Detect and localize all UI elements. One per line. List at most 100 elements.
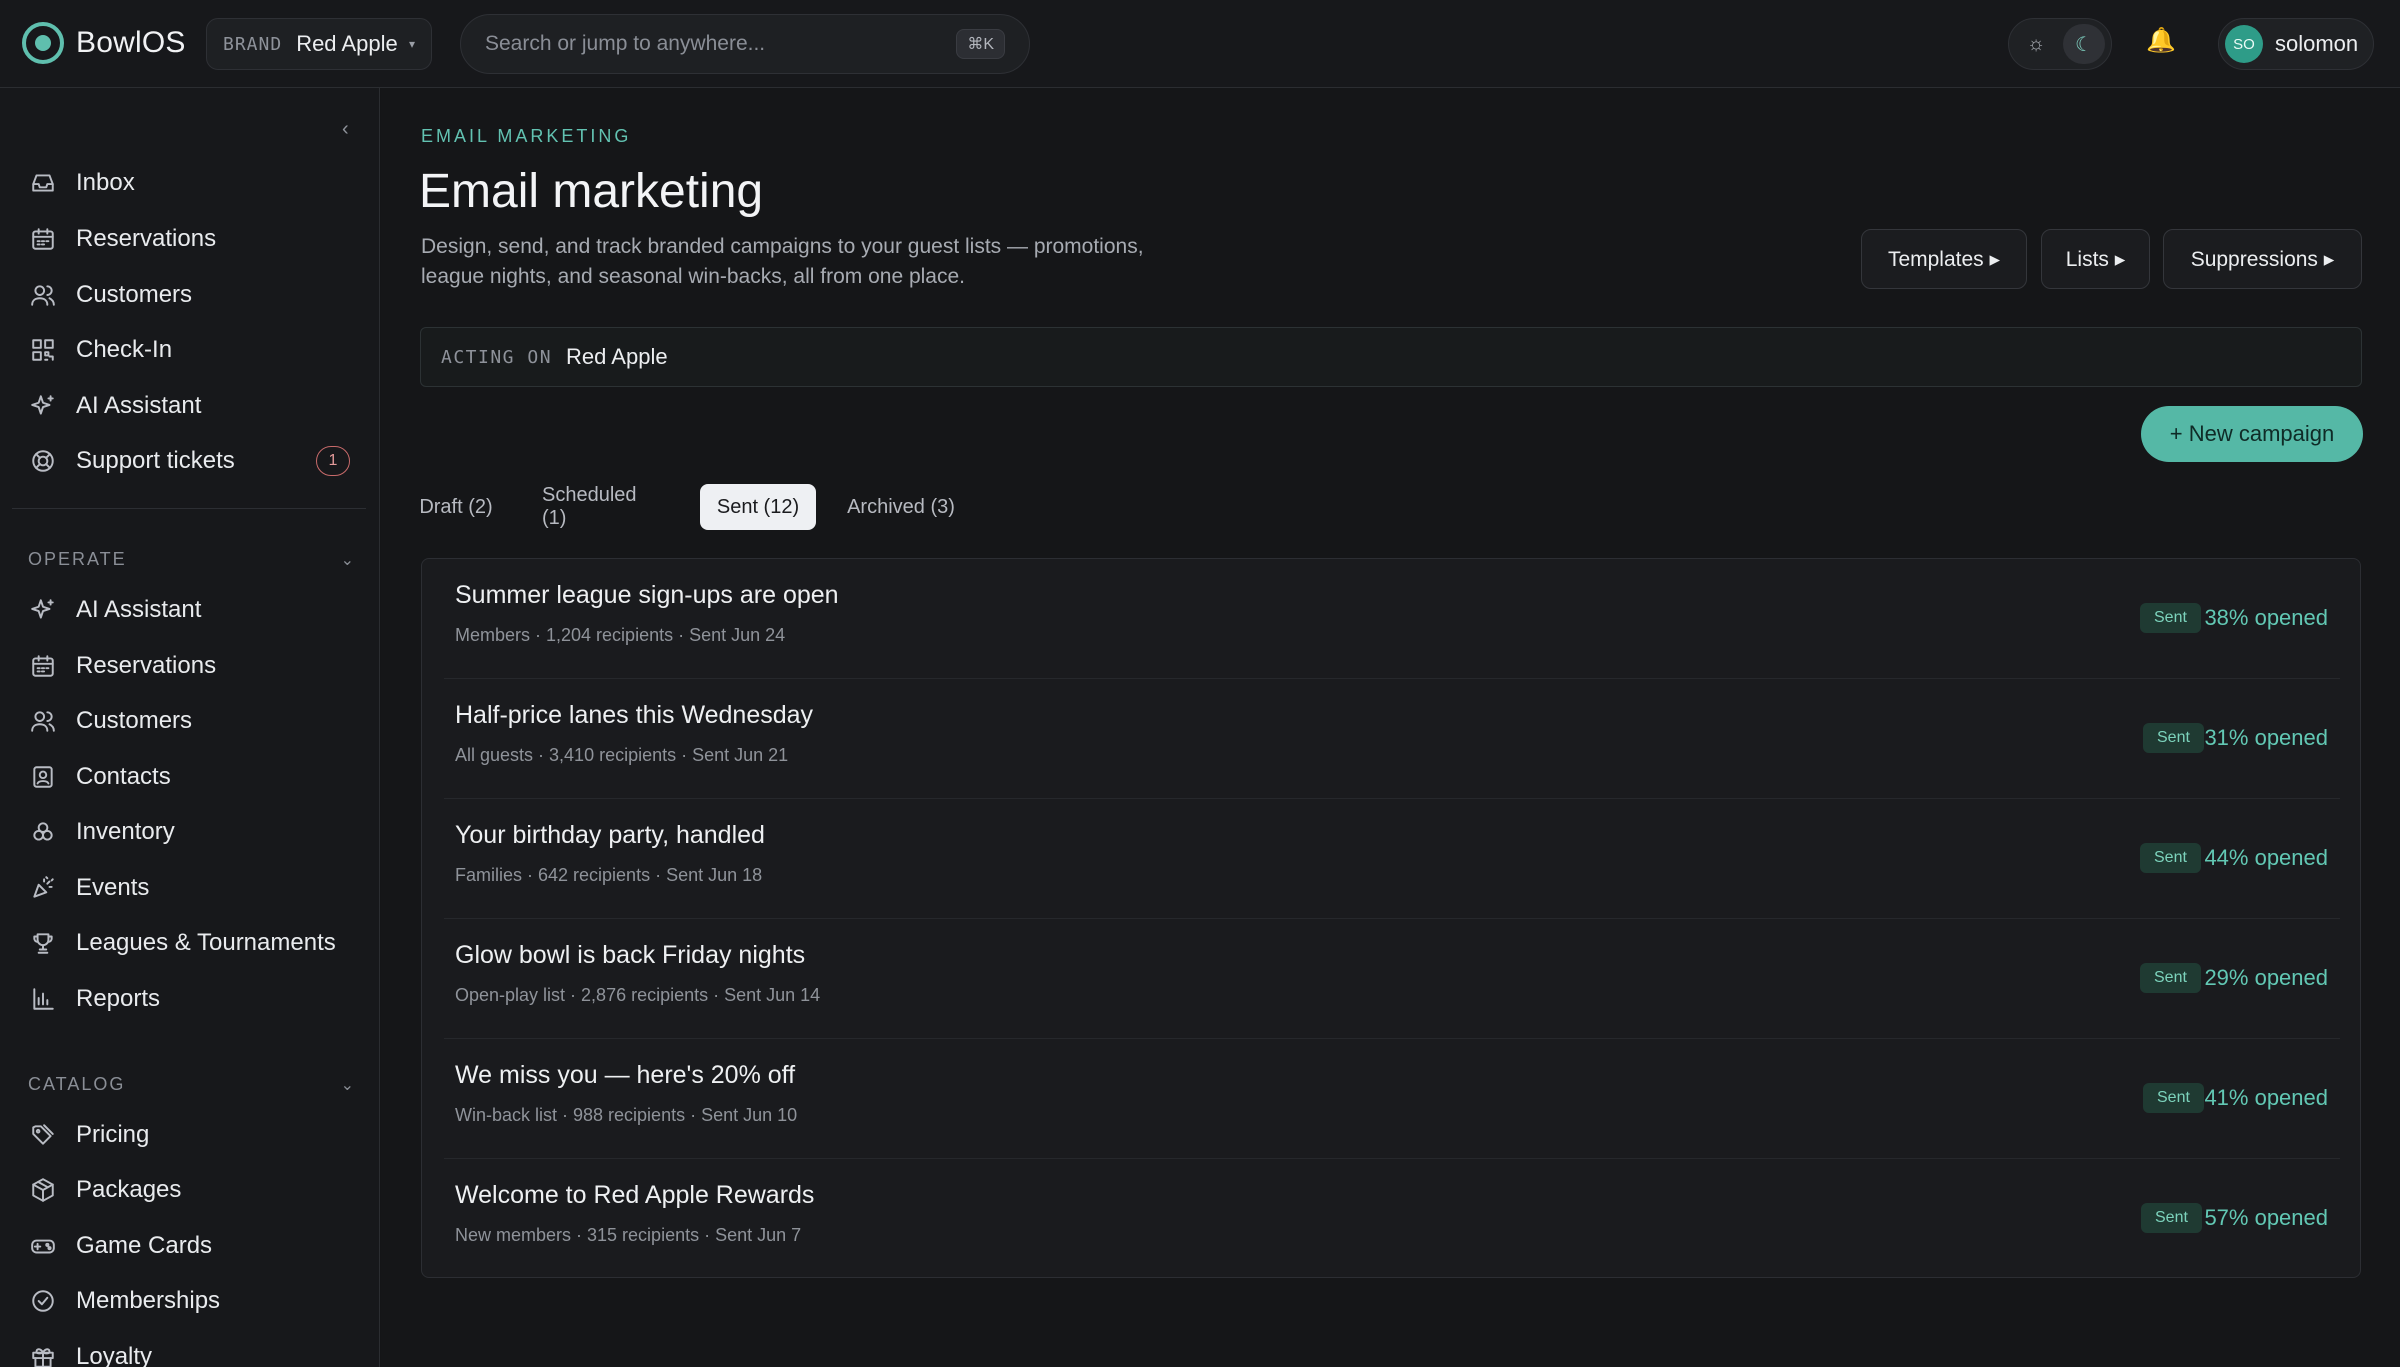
- open-rate: 38% opened: [2204, 605, 2328, 630]
- section-header-catalog[interactable]: CATALOG ⌄: [28, 1074, 354, 1095]
- light-mode-button[interactable]: ☼: [2015, 24, 2057, 64]
- sidebar-item-label: Inbox: [76, 169, 135, 196]
- status-badge: Sent: [2140, 843, 2201, 873]
- sidebar-item-label: Reports: [76, 985, 161, 1012]
- campaign-row[interactable]: Welcome to Red Apple Rewards New members…: [444, 1159, 2340, 1279]
- app-logo[interactable]: BowlOS: [22, 22, 186, 64]
- templates-button[interactable]: Templates ▸: [1861, 229, 2027, 289]
- tab-archived[interactable]: Archived (3): [846, 484, 956, 530]
- tags-icon: [28, 1122, 58, 1148]
- sidebar-item-memberships[interactable]: Memberships: [28, 1279, 358, 1323]
- sidebar-item-loyalty[interactable]: Loyalty: [28, 1335, 358, 1367]
- status-badge: Sent: [2141, 1203, 2202, 1233]
- top-bar: BowlOS BRAND Red Apple ▾ Search or jump …: [0, 0, 2400, 88]
- open-rate: 31% opened: [2204, 725, 2328, 750]
- badge-check-icon: [28, 1288, 58, 1314]
- users-icon: [28, 708, 58, 734]
- calendar-icon: [28, 226, 58, 252]
- new-campaign-button[interactable]: + New campaign: [2141, 406, 2363, 462]
- campaign-row[interactable]: Summer league sign-ups are open Members …: [444, 559, 2340, 679]
- app-name: BowlOS: [76, 26, 186, 59]
- gamepad-icon: [28, 1233, 58, 1259]
- sidebar-item-contacts[interactable]: Contacts: [28, 755, 358, 799]
- sidebar-item-inbox[interactable]: Inbox: [28, 161, 358, 205]
- logo-icon: [22, 22, 64, 64]
- inbox-icon: [28, 170, 58, 196]
- section-title: CATALOG: [28, 1074, 126, 1094]
- chevron-down-icon: ⌄: [340, 551, 354, 569]
- open-rate: 41% opened: [2204, 1085, 2328, 1110]
- sidebar-item-label: Pricing: [76, 1121, 150, 1148]
- tab-sent[interactable]: Sent (12): [700, 484, 816, 530]
- sidebar-item-reports[interactable]: Reports: [28, 977, 358, 1021]
- sidebar-item-packages[interactable]: Packages: [28, 1168, 358, 1212]
- main-content: EMAIL MARKETING Email marketing Design, …: [381, 88, 2400, 1367]
- open-rate: 29% opened: [2204, 965, 2328, 990]
- sidebar-item-check-in[interactable]: Check-In: [28, 328, 358, 372]
- campaign-row[interactable]: Half-price lanes this Wednesday All gues…: [444, 679, 2340, 799]
- sidebar-item-inventory[interactable]: Inventory: [28, 810, 358, 854]
- page-eyebrow: EMAIL MARKETING: [421, 126, 632, 146]
- section-header-operate[interactable]: OPERATE ⌄: [28, 549, 354, 570]
- campaign-meta: Members · 1,204 recipients · Sent Jun 24: [455, 625, 786, 645]
- lifebuoy-icon: [28, 448, 58, 474]
- campaign-meta: New members · 315 recipients · Sent Jun …: [455, 1225, 802, 1245]
- sun-icon: ☼: [2026, 32, 2046, 55]
- theme-toggle[interactable]: ☼ ☾: [2008, 18, 2112, 70]
- sidebar-item-ai-assistant[interactable]: AI Assistant: [28, 384, 358, 428]
- sidebar-item-label: Check-In: [76, 336, 173, 363]
- brand-switcher[interactable]: BRAND Red Apple ▾: [206, 18, 432, 70]
- sparkles-icon: [28, 597, 58, 623]
- sidebar-item-label: Support tickets: [76, 447, 235, 474]
- notifications-bell-icon[interactable]: 🔔: [2146, 26, 2176, 55]
- avatar: SO: [2225, 25, 2263, 63]
- campaign-title: Welcome to Red Apple Rewards: [455, 1181, 815, 1209]
- sidebar-item-support-tickets[interactable]: Support tickets 1: [28, 439, 358, 483]
- sidebar-item-label: Events: [76, 874, 150, 901]
- tab-draft[interactable]: Draft (2): [419, 484, 493, 530]
- unread-count-badge: 1: [316, 446, 350, 476]
- status-badge: Sent: [2140, 963, 2201, 993]
- campaign-title: Glow bowl is back Friday nights: [455, 941, 806, 969]
- sidebar-item-game-cards[interactable]: Game Cards: [28, 1224, 358, 1268]
- status-badge: Sent: [2143, 1083, 2204, 1113]
- open-rate: 44% opened: [2204, 845, 2328, 870]
- suppressions-button[interactable]: Suppressions ▸: [2163, 229, 2362, 289]
- tab-scheduled[interactable]: Scheduled (1): [542, 484, 660, 530]
- campaign-title: We miss you — here's 20% off: [455, 1061, 796, 1089]
- sparkles-icon: [28, 393, 58, 419]
- sidebar-divider: [12, 508, 366, 509]
- sidebar-item-customers[interactable]: Customers: [28, 273, 358, 317]
- caret-down-icon: ▾: [408, 37, 415, 51]
- sidebar-item-label: Memberships: [76, 1287, 221, 1314]
- contact-card-icon: [28, 764, 58, 790]
- gift-icon: [28, 1344, 58, 1367]
- qr-code-icon: [28, 337, 58, 363]
- lists-button[interactable]: Lists ▸: [2041, 229, 2150, 289]
- acting-on-label: ACTING ON: [441, 346, 553, 368]
- sidebar-item-reservations[interactable]: Reservations: [28, 217, 358, 261]
- status-badge: Sent: [2143, 723, 2204, 753]
- campaign-row[interactable]: Glow bowl is back Friday nights Open-pla…: [444, 919, 2340, 1039]
- boxes-icon: [28, 819, 58, 845]
- package-icon: [28, 1177, 58, 1203]
- user-menu[interactable]: SO solomon: [2218, 18, 2374, 70]
- sidebar-item-reservations[interactable]: Reservations: [28, 644, 358, 688]
- sidebar-item-label: Reservations: [76, 652, 217, 679]
- sidebar-item-events[interactable]: Events: [28, 866, 358, 910]
- global-search-input[interactable]: Search or jump to anywhere... ⌘K: [460, 14, 1030, 74]
- page-title: Email marketing: [419, 165, 764, 218]
- campaign-meta: Win-back list · 988 recipients · Sent Ju…: [455, 1105, 798, 1125]
- campaign-meta: All guests · 3,410 recipients · Sent Jun…: [455, 745, 789, 765]
- sidebar-item-customers[interactable]: Customers: [28, 699, 358, 743]
- sidebar-item-leagues-tournaments[interactable]: Leagues & Tournaments: [28, 921, 358, 965]
- sidebar-item-label: AI Assistant: [76, 392, 202, 419]
- dark-mode-button[interactable]: ☾: [2063, 24, 2105, 64]
- section-title: OPERATE: [28, 549, 127, 569]
- campaign-row[interactable]: Your birthday party, handled Families · …: [444, 799, 2340, 919]
- sidebar-item-ai-assistant[interactable]: AI Assistant: [28, 588, 358, 632]
- sidebar-item-pricing[interactable]: Pricing: [28, 1113, 358, 1157]
- campaign-row[interactable]: We miss you — here's 20% off Win-back li…: [444, 1039, 2340, 1159]
- collapse-sidebar-chevron-left-icon[interactable]: ‹: [342, 118, 349, 141]
- users-icon: [28, 282, 58, 308]
